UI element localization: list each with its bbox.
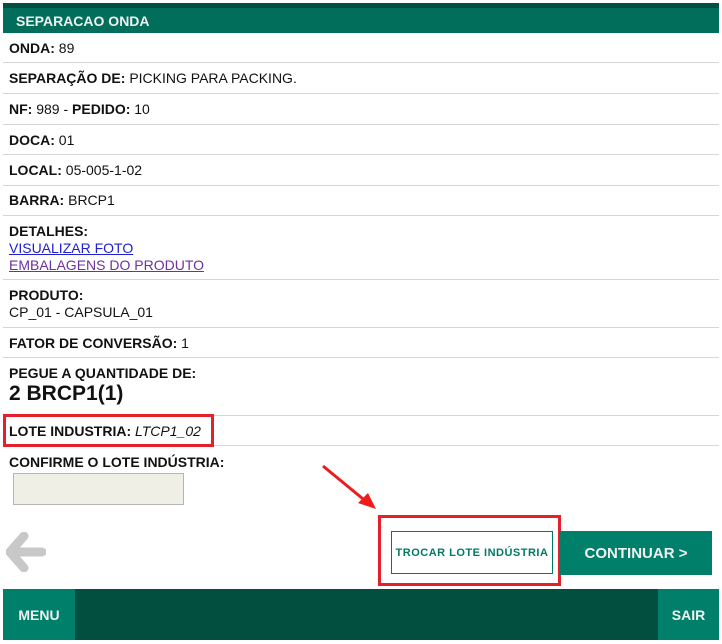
barra-label: BARRA: bbox=[9, 192, 65, 208]
local-value: 05-005-1-02 bbox=[65, 162, 143, 178]
pedido-value: 10 bbox=[134, 101, 150, 117]
arrow-left-icon[interactable] bbox=[6, 532, 46, 572]
quantidade-row: PEGUE A QUANTIDADE DE: 2 BRCP1(1) bbox=[3, 358, 719, 416]
confirme-lote-input[interactable] bbox=[13, 473, 184, 505]
produto-label: PRODUTO: bbox=[9, 287, 84, 303]
continuar-button[interactable]: CONTINUAR > bbox=[560, 531, 712, 575]
nf-value: 989 bbox=[36, 101, 60, 117]
fator-value: 1 bbox=[181, 335, 189, 351]
annotation-arrow-icon bbox=[322, 464, 376, 509]
detalhes-row: DETALHES: VISUALIZAR FOTO EMBALAGENS DO PR… bbox=[3, 216, 719, 280]
confirme-label: CONFIRME O LOTE INDÚSTRIA: bbox=[9, 454, 225, 470]
embalagens-link[interactable]: EMBALAGENS DO PRODUTO bbox=[9, 257, 719, 274]
page-title: SEPARACAO ONDA bbox=[3, 8, 719, 33]
highlight-lote bbox=[3, 414, 214, 447]
separacao-row: SEPARAÇÃO DE: PICKING PARA PACKING. bbox=[3, 63, 719, 94]
nf-label: NF: bbox=[9, 101, 33, 117]
produto-row: PRODUTO: CP_01 - CAPSULA_01 bbox=[3, 280, 719, 328]
doca-label: DOCA: bbox=[9, 132, 55, 148]
separacao-value: PICKING PARA PACKING. bbox=[129, 70, 297, 86]
onda-label: ONDA: bbox=[9, 40, 55, 56]
pegue-label: PEGUE A QUANTIDADE DE: bbox=[9, 365, 197, 381]
visualizar-foto-link[interactable]: VISUALIZAR FOTO bbox=[9, 240, 719, 257]
fator-row: FATOR DE CONVERSÃO: 1 bbox=[3, 328, 719, 358]
sair-button[interactable]: SAIR bbox=[658, 589, 719, 640]
pedido-label: PEDIDO: bbox=[72, 101, 131, 117]
produto-value: CP_01 - CAPSULA_01 bbox=[9, 304, 153, 320]
barra-row: BARRA: BRCP1 bbox=[3, 186, 719, 216]
separator: - bbox=[63, 101, 69, 117]
fator-label: FATOR DE CONVERSÃO: bbox=[9, 335, 178, 351]
menu-button[interactable]: MENU bbox=[3, 589, 75, 640]
footer-bar: MENU SAIR bbox=[3, 589, 719, 640]
trocar-lote-button[interactable]: TROCAR LOTE INDÚSTRIA bbox=[391, 531, 553, 574]
doca-row: DOCA: 01 bbox=[3, 125, 719, 155]
quantidade-value: 2 BRCP1(1) bbox=[9, 382, 124, 405]
local-row: LOCAL: 05-005-1-02 bbox=[3, 155, 719, 186]
onda-value: 89 bbox=[58, 40, 75, 56]
separacao-label: SEPARAÇÃO DE: bbox=[9, 70, 126, 86]
barra-value: BRCP1 bbox=[68, 192, 115, 208]
doca-value: 01 bbox=[58, 132, 75, 148]
onda-row: ONDA: 89 bbox=[3, 33, 719, 63]
nf-row: NF: 989 - PEDIDO: 10 bbox=[3, 94, 719, 125]
detalhes-label: DETALHES: bbox=[9, 223, 89, 239]
local-label: LOCAL: bbox=[9, 162, 62, 178]
